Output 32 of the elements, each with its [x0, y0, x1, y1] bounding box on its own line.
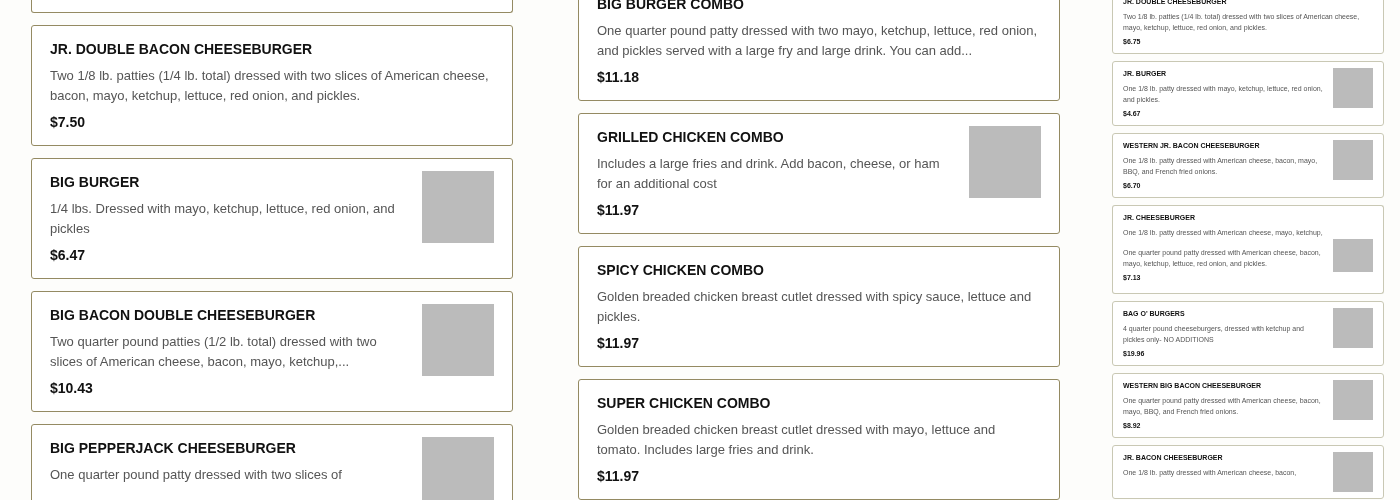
- item-price: $7.50: [50, 113, 87, 132]
- item-price: $10.43: [50, 379, 94, 398]
- menu-card[interactable]: [31, 0, 513, 13]
- item-price: $11.97: [597, 467, 641, 486]
- item-title: BIG PEPPERJACK CHEESEBURGER: [50, 439, 297, 458]
- item-title: JR. DOUBLE BACON CHEESEBURGER: [50, 40, 314, 59]
- item-title: SPICY CHICKEN COMBO: [597, 261, 765, 280]
- item-description: Golden breaded chicken breast cutlet dressed with mayo, lettuce and tomato. Includes large fries and drink.: [597, 421, 997, 459]
- item-title: BIG BACON DOUBLE CHEESEBURGER: [50, 306, 317, 325]
- item-title: BIG BURGER: [50, 173, 141, 192]
- item-title: GRILLED CHICKEN COMBO: [597, 128, 785, 147]
- item-description: One quarter pound patty dressed with two slices of: [50, 466, 343, 484]
- menu-card[interactable]: BIG PEPPERJACK CHEESEBURGER One quarter pound patty dressed with two slices of: [31, 424, 513, 500]
- menu-card[interactable]: JR. DOUBLE BACON CHEESEBURGER Two 1/8 lb. patties (1/4 lb. total) dressed with two slices of American cheese, bacon, mayo, ketchup, lettuce, red onion, and pickles. $7.50: [31, 25, 513, 146]
- item-price: $11.97: [597, 201, 641, 220]
- menu-card[interactable]: BIG BACON DOUBLE CHEESEBURGER Two quarter pound patties (1/2 lb. total) dressed with two slices of American cheese, bacon, mayo, ketchup,... $10.43: [31, 291, 513, 412]
- menu-card[interactable]: BIG BURGER COMBO One quarter pound patty dressed with two mayo, ketchup, lettuce, red onion, and pickles served with a large fry and large drink. You can add... $11.18: [578, 0, 1060, 101]
- item-description: Two 1/8 lb. patties (1/4 lb. total) dressed with two slices of American cheese, bacon, mayo, ketchup, lettuce, red onion, and pickles.: [50, 67, 490, 105]
- item-price: $11.18: [597, 68, 641, 87]
- item-description: Golden breaded chicken breast cutlet dressed with spicy sauce, lettuce and pickles.: [597, 288, 1033, 326]
- item-title: SUPER CHICKEN COMBO: [597, 394, 772, 413]
- menu-card[interactable]: SPICY CHICKEN COMBO Golden breaded chicken breast cutlet dressed with spicy sauce, lettuce and pickles. $11.97: [578, 246, 1060, 367]
- item-title: BIG BURGER COMBO: [597, 0, 745, 14]
- item-description: Two quarter pound patties (1/2 lb. total) dressed with two slices of American cheese, bacon, mayo, ketchup,...: [50, 333, 378, 371]
- item-price: $11.97: [597, 334, 641, 353]
- menu-card[interactable]: SUPER CHICKEN COMBO Golden breaded chicken breast cutlet dressed with mayo, lettuce and tomato. Includes large fries and drink. $11.97: [578, 379, 1060, 500]
- menu-card[interactable]: BIG BURGER 1/4 lbs. Dressed with mayo, ketchup, lettuce, red onion, and pickles $6.47: [31, 158, 513, 279]
- item-description: Includes a large fries and drink. Add bacon, cheese, or ham for an additional cost: [597, 155, 941, 193]
- item-description: 1/4 lbs. Dressed with mayo, ketchup, lettuce, red onion, and pickles: [50, 200, 396, 238]
- menu-card[interactable]: GRILLED CHICKEN COMBO Includes a large fries and drink. Add bacon, cheese, or ham for an additional cost $11.97: [578, 113, 1060, 234]
- item-price: $6.47: [50, 246, 87, 265]
- item-description: One quarter pound patty dressed with two mayo, ketchup, lettuce, red onion, and pickles served with a large fry and large drink. You can add...: [597, 22, 1039, 60]
